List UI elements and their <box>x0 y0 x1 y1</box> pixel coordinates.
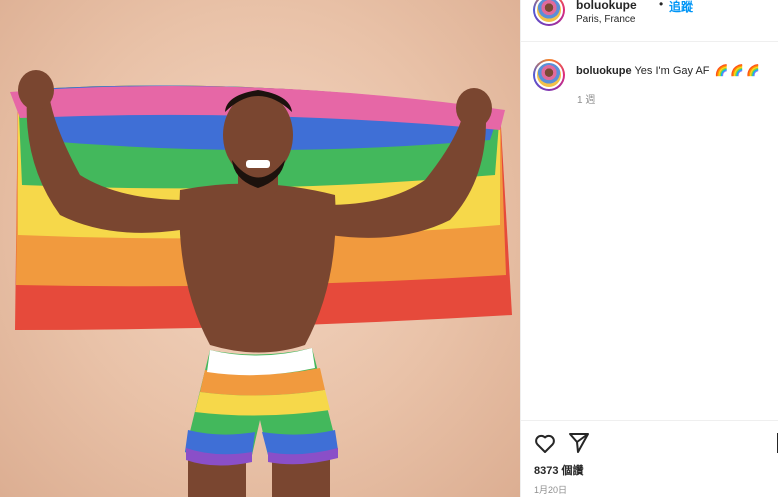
rainbow-emoji: 🌈 <box>730 65 744 77</box>
caption-text: boluokupe Yes I'm Gay AF 🌈 🌈 🌈 <box>576 64 760 77</box>
caption-body: Yes I'm Gay AF <box>634 65 710 77</box>
location-link[interactable]: Paris, France <box>576 14 635 25</box>
post-actions: 8373 個讚 1月20日 <box>521 420 778 497</box>
caption-avatar[interactable] <box>533 59 565 91</box>
separator-dot: • <box>659 0 664 11</box>
caption-username[interactable]: boluokupe <box>576 65 632 77</box>
rainbow-shorts <box>185 348 338 466</box>
rainbow-emoji: 🌈 <box>714 65 729 77</box>
post-side-panel: boluokupe • 追蹤 Paris, France boluokupe Y… <box>520 0 778 497</box>
follow-button[interactable]: 追蹤 <box>669 0 693 15</box>
caption-time[interactable]: 1 週 <box>577 91 595 106</box>
heart-icon[interactable] <box>533 431 557 455</box>
post-photo[interactable] <box>0 0 520 497</box>
paper-plane-icon[interactable] <box>567 431 591 455</box>
like-count[interactable]: 8373 個讚 <box>534 462 584 478</box>
post-image <box>10 70 512 497</box>
username-link[interactable]: boluokupe <box>576 0 637 12</box>
post-header: boluokupe • 追蹤 Paris, France <box>521 0 778 42</box>
avatar[interactable] <box>533 0 565 26</box>
post-date[interactable]: 1月20日 <box>534 483 567 496</box>
rainbow-emoji: 🌈 <box>746 65 760 77</box>
